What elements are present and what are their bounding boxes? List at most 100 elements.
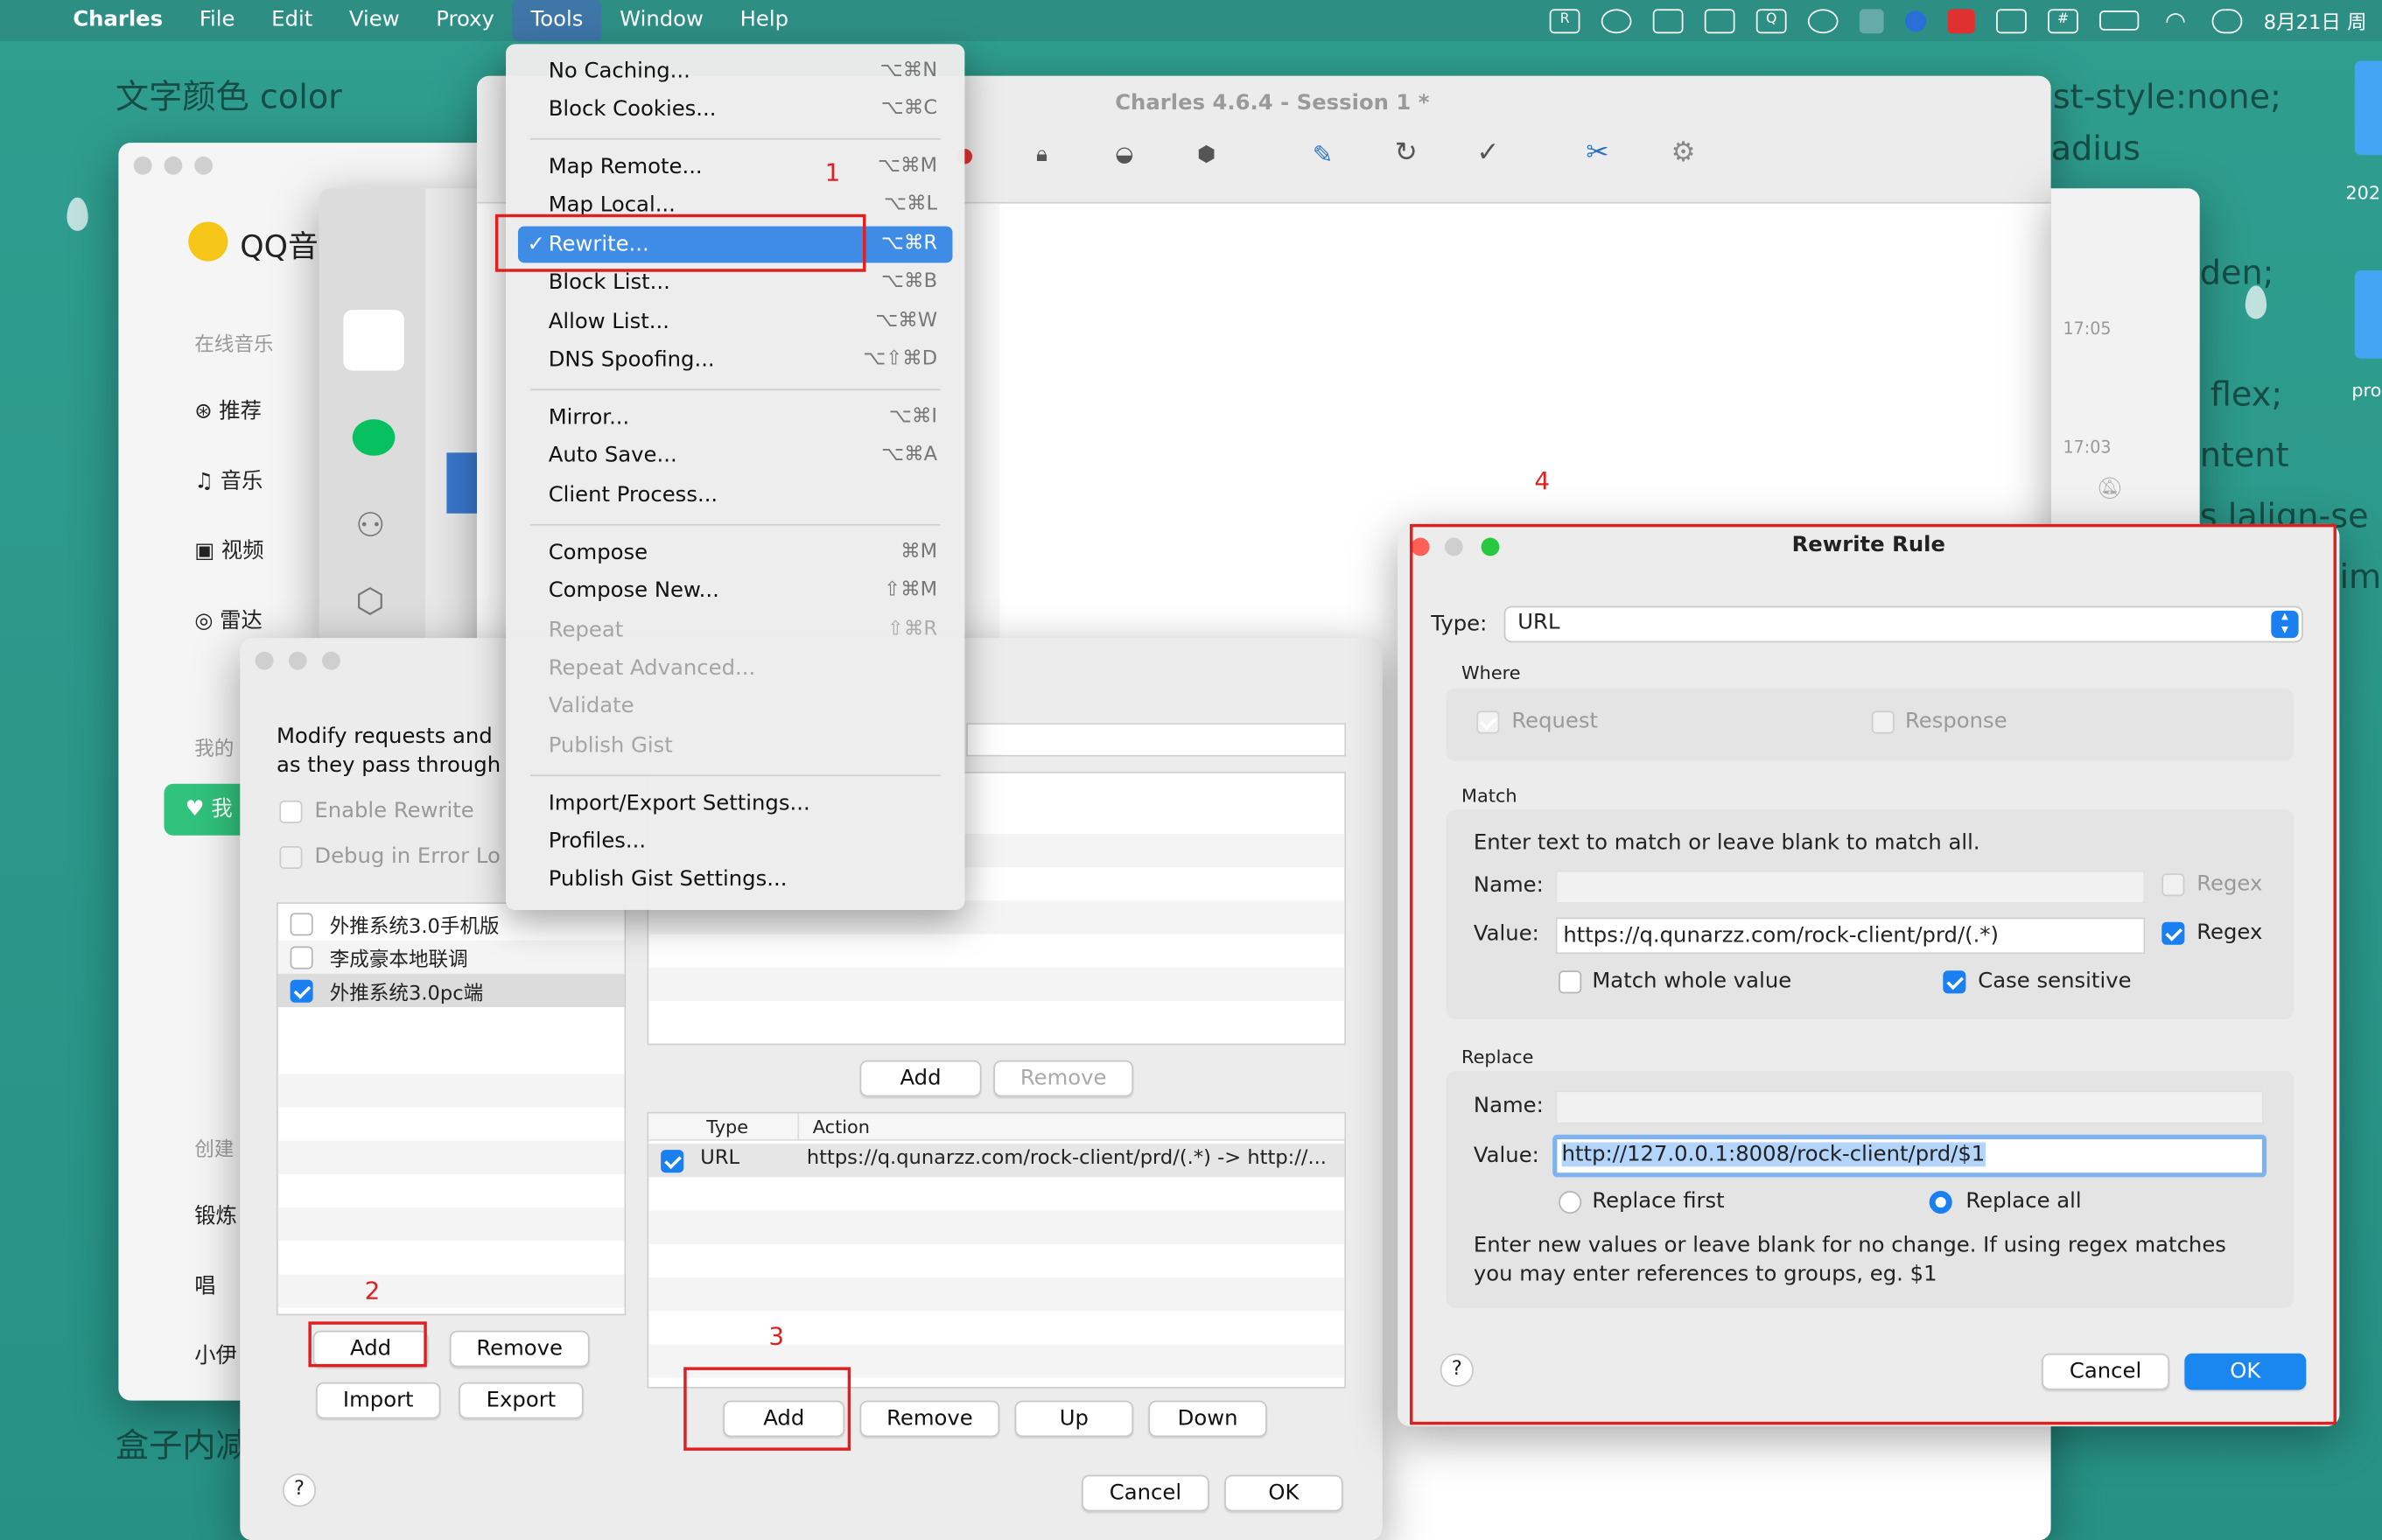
menu-item-compose[interactable]: Compose ⌘M: [518, 535, 952, 571]
remove-location-button[interactable]: Remove: [993, 1060, 1134, 1097]
menu-item-no-caching[interactable]: No Caching... ⌥⌘N: [518, 53, 952, 90]
annotation-box-4: [1410, 523, 2336, 1425]
list-item[interactable]: 李成豪本地联调: [277, 940, 625, 974]
minimize-button[interactable]: [164, 156, 183, 175]
menu-item-block-cookies[interactable]: Block Cookies... ⌥⌘C: [518, 91, 952, 128]
move-down-button[interactable]: Down: [1148, 1400, 1267, 1438]
set-checkbox[interactable]: [290, 979, 313, 1003]
add-location-button[interactable]: Add: [859, 1060, 982, 1097]
red-square-icon[interactable]: [1947, 8, 1975, 33]
menu-item-profiles[interactable]: Profiles...: [518, 823, 952, 860]
menu-item-map-remote[interactable]: Map Remote... ⌥⌘M: [518, 149, 952, 186]
clock[interactable]: 8月21日 周: [2264, 6, 2367, 35]
mute-bell-icon: 🔕︎: [2096, 477, 2124, 501]
keyboard-icon[interactable]: [1996, 8, 2027, 33]
raindrop-decor: [67, 197, 88, 231]
export-button[interactable]: Export: [459, 1382, 584, 1419]
playlist-item[interactable]: 小伊: [194, 1340, 237, 1370]
q-icon[interactable]: Q: [1755, 8, 1787, 33]
zoom-button[interactable]: [322, 651, 340, 670]
menu-item-mirror[interactable]: Mirror... ⌥⌘I: [518, 400, 952, 437]
contacts-icon[interactable]: ⚇: [355, 508, 385, 545]
cancel-button[interactable]: Cancel: [1082, 1474, 1209, 1512]
box-icon[interactable]: ⬡: [355, 584, 384, 621]
grid-icon[interactable]: [1704, 8, 1735, 33]
menu-charles[interactable]: Charles: [54, 0, 180, 41]
chat-icon[interactable]: [352, 419, 396, 456]
menu-item-allow-list[interactable]: Allow List... ⌥⌘W: [518, 304, 952, 340]
cat-icon[interactable]: [1859, 8, 1884, 33]
list-item[interactable]: 外推系统3.0pc端: [277, 973, 625, 1007]
menu-item-compose-new[interactable]: Compose New... ⇧⌘M: [518, 572, 952, 609]
menu-item-client-process[interactable]: Client Process...: [518, 477, 952, 514]
help-button[interactable]: ?: [282, 1473, 317, 1508]
section-label: 我的: [194, 738, 235, 761]
nav-recommend[interactable]: ⊛ 推荐: [194, 395, 262, 425]
menu-item-auto-save[interactable]: Auto Save... ⌥⌘A: [518, 438, 952, 474]
wechat-icon[interactable]: [1807, 8, 1839, 33]
time-label: 17:05: [2063, 318, 2112, 340]
move-up-button[interactable]: Up: [1014, 1400, 1134, 1438]
minimize-button[interactable]: [288, 651, 307, 670]
wifi-icon[interactable]: ◠: [2161, 8, 2191, 33]
remove-set-button[interactable]: Remove: [449, 1330, 590, 1368]
menu-item-dns-spoofing[interactable]: DNS Spoofing... ⌥⇧⌘D: [518, 342, 952, 379]
playlist-item[interactable]: 锻炼: [194, 1200, 237, 1230]
qq-music-logo-icon: [188, 221, 228, 262]
menu-item-repeat: Repeat ⇧⌘R: [548, 618, 938, 643]
table-header: Type Action: [648, 1113, 1345, 1141]
name-field[interactable]: [966, 723, 1347, 757]
check-icon[interactable]: ✓: [1476, 136, 1499, 168]
desktop-label: 202: [2345, 182, 2381, 204]
chat-icon[interactable]: [1601, 8, 1632, 33]
nav-music[interactable]: ♫ 音乐: [194, 465, 263, 495]
close-button[interactable]: [255, 651, 274, 670]
annotation-number: 2: [364, 1276, 381, 1306]
close-button[interactable]: [133, 156, 152, 175]
set-checkbox[interactable]: [290, 913, 313, 936]
pen-icon[interactable]: ✎: [1313, 140, 1333, 169]
rule-checkbox[interactable]: [661, 1150, 684, 1173]
menu-tools[interactable]: Tools: [512, 0, 602, 41]
bg-text: 文字颜色 color: [115, 79, 342, 117]
feather-icon[interactable]: [1905, 10, 1927, 32]
settings-gear-icon[interactable]: ⚙: [1671, 136, 1696, 168]
lock-icon[interactable]: 🔒︎: [1036, 143, 1047, 167]
nav-radar[interactable]: ◎ 雷达: [194, 605, 263, 635]
tools-icon[interactable]: ✂: [1586, 136, 1608, 168]
list-item[interactable]: 外推系统3.0手机版: [278, 906, 625, 940]
breakpoint-icon[interactable]: ⬢: [1197, 143, 1216, 167]
set-checkbox[interactable]: [290, 946, 313, 970]
menu-edit[interactable]: Edit: [253, 0, 331, 41]
throttle-icon[interactable]: ◒: [1115, 143, 1133, 167]
remove-rule-button[interactable]: Remove: [859, 1400, 1000, 1438]
menu-item-publish-gist-settings[interactable]: Publish Gist Settings...: [518, 861, 952, 898]
avatar[interactable]: [343, 310, 404, 371]
menu-file[interactable]: File: [181, 0, 253, 41]
hash-icon[interactable]: #: [2048, 8, 2078, 33]
apple-icon[interactable]: [0, 0, 54, 41]
ok-button[interactable]: OK: [1224, 1474, 1343, 1512]
folder-icon[interactable]: [2354, 270, 2382, 359]
folder-icon[interactable]: [2354, 60, 2382, 156]
zoom-button[interactable]: [194, 156, 214, 175]
battery-icon[interactable]: [2099, 10, 2140, 31]
menu-item-import-export[interactable]: Import/Export Settings...: [518, 786, 952, 822]
debug-checkbox[interactable]: [279, 845, 303, 869]
control-center-icon[interactable]: [2211, 8, 2243, 33]
playlist-item[interactable]: 唱: [194, 1270, 215, 1300]
screen-icon[interactable]: [1652, 8, 1684, 33]
import-button[interactable]: Import: [316, 1382, 441, 1419]
menu-window[interactable]: Window: [601, 0, 721, 41]
r-icon[interactable]: R: [1549, 8, 1580, 33]
menu-view[interactable]: View: [331, 0, 417, 41]
refresh-icon[interactable]: ↻: [1395, 136, 1418, 168]
enable-rewrite-checkbox[interactable]: [279, 800, 303, 823]
menu-item-publish-gist: Publish Gist: [548, 733, 673, 759]
table-row[interactable]: URL https://q.qunarzz.com/rock-client/pr…: [648, 1144, 1345, 1178]
section-label: 创建: [194, 1139, 235, 1163]
nav-video[interactable]: ▣ 视频: [194, 535, 263, 565]
menu-proxy[interactable]: Proxy: [417, 0, 512, 41]
menu-help[interactable]: Help: [722, 0, 807, 41]
bg-text: 盒子内减: [115, 1427, 249, 1466]
